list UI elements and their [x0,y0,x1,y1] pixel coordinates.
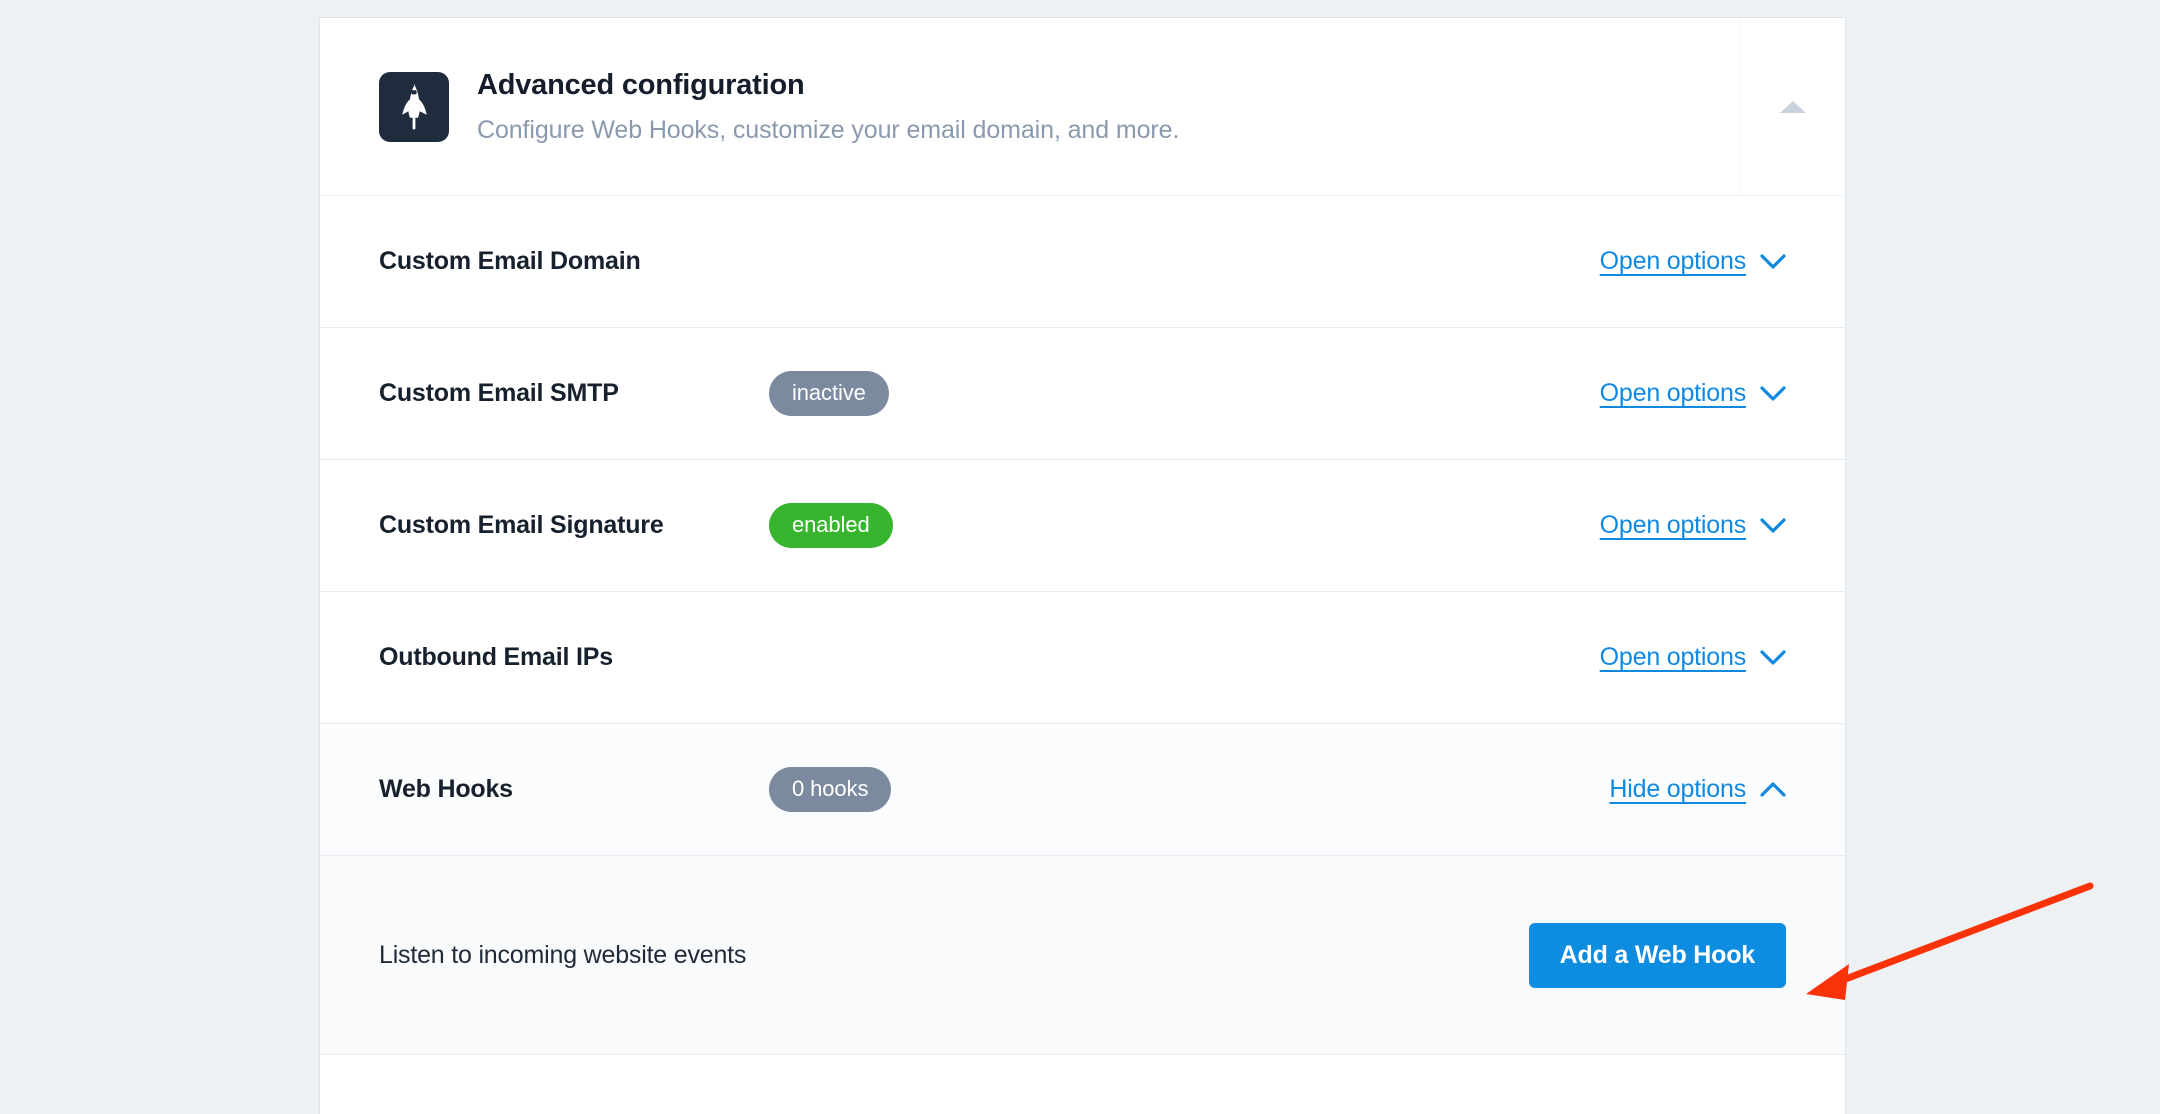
page-subtitle: Configure Web Hooks, customize your emai… [477,116,1180,145]
chevron-down-icon [1760,517,1786,533]
open-options-label: Open options [1599,247,1747,275]
status-badge-slot: inactive [769,371,889,416]
row-label: Custom Email Domain [379,247,641,275]
open-options-label: Open options [1599,511,1747,539]
triangle-up-icon [1780,100,1806,113]
table-row: Custom Email Domain Open options [320,196,1845,328]
status-badge: enabled [769,503,893,548]
status-badge-slot: 0 hooks [769,767,892,812]
open-options-label: Open options [1599,379,1747,407]
table-row: Custom Email Signature enabled Open opti… [320,460,1845,592]
row-label: Web Hooks [379,775,513,803]
table-row: Web Hooks 0 hooks Hide options [320,724,1845,856]
web-hooks-description: Listen to incoming website events [379,940,747,969]
open-options-link-custom-email-signature[interactable]: Open options [1600,511,1786,540]
row-label: Outbound Email IPs [379,643,613,671]
chevron-down-icon [1760,253,1786,269]
add-a-web-hook-button[interactable]: Add a Web Hook [1528,922,1786,988]
rocket-shuttle-icon [379,71,449,142]
row-label: Custom Email SMTP [379,379,619,407]
page-title: Advanced configuration [477,68,805,101]
status-badge-slot: enabled [769,503,893,548]
chevron-down-icon [1760,649,1786,665]
red-arrow-icon [1806,882,2094,1000]
card-tail-section [320,1055,1845,1081]
chevron-down-icon [1760,385,1786,401]
collapse-card-button[interactable] [1740,18,1845,195]
web-hooks-panel: Listen to incoming website events Add a … [320,856,1845,1055]
card-header-main: Advanced configuration Configure Web Hoo… [320,18,1740,195]
open-options-link-outbound-email-ips[interactable]: Open options [1600,643,1786,672]
status-badge: inactive [769,371,889,416]
card-header: Advanced configuration Configure Web Hoo… [320,18,1845,196]
table-row: Custom Email SMTP inactive Open options [320,328,1845,460]
hide-options-link-web-hooks[interactable]: Hide options [1609,775,1786,804]
hide-options-label: Hide options [1609,775,1746,803]
status-badge: 0 hooks [769,767,892,812]
table-row: Outbound Email IPs Open options [320,592,1845,724]
advanced-configuration-card: Advanced configuration Configure Web Hoo… [319,17,1846,1114]
chevron-up-icon [1760,781,1786,797]
open-options-label: Open options [1599,643,1747,671]
row-label: Custom Email Signature [379,511,664,539]
open-options-link-custom-email-domain[interactable]: Open options [1600,247,1786,276]
open-options-link-custom-email-smtp[interactable]: Open options [1600,379,1786,408]
card-header-text: Advanced configuration Configure Web Hoo… [477,68,1179,146]
